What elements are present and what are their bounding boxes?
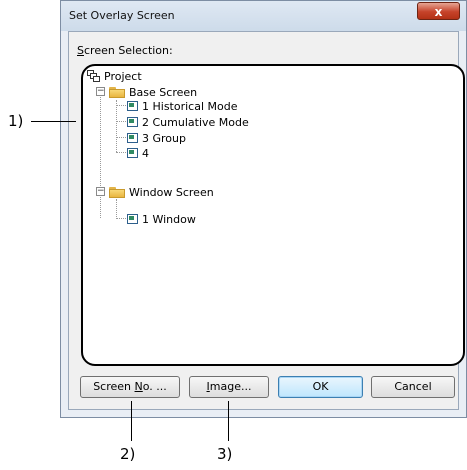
folder-icon: [109, 186, 125, 198]
screen-no-button[interactable]: Screen No. ...: [80, 376, 180, 398]
ok-button[interactable]: OK: [278, 376, 363, 398]
cancel-button[interactable]: Cancel: [371, 376, 455, 398]
callout-3-label: 3): [217, 445, 233, 463]
screen-selection-label: Screen Selection:: [77, 44, 173, 57]
screen-icon: [127, 133, 138, 143]
tree-connector: [100, 92, 101, 218]
callout-2-label: 2): [120, 445, 136, 463]
tree-node-window-screen[interactable]: Window Screen: [109, 185, 214, 199]
tree-node-label: Project: [104, 69, 142, 83]
tree-node-label: 2 Cumulative Mode: [142, 115, 249, 129]
tree-node-base-screen[interactable]: Base Screen: [109, 85, 197, 99]
button-label: Cancel: [394, 380, 432, 393]
tree-node-label: 4: [142, 146, 149, 160]
tree-connector: [116, 199, 117, 219]
callout-2-line: [131, 401, 132, 441]
callout-1-line: [31, 121, 76, 122]
set-overlay-screen-dialog: Set Overlay Screen x Screen Selection: P…: [60, 0, 467, 418]
tree-node-label: 1 Historical Mode: [142, 99, 238, 113]
tree-node-project[interactable]: Project: [87, 69, 142, 83]
screen-icon: [127, 148, 138, 158]
screen-icon: [127, 117, 138, 127]
button-mnemonic: N: [134, 380, 143, 393]
tree-node-label: Base Screen: [129, 85, 198, 99]
image-button[interactable]: Image...: [189, 376, 269, 398]
button-label: OK: [312, 380, 329, 393]
tree-node-window-1[interactable]: 1 Window: [127, 212, 196, 226]
tree-node-screen-4[interactable]: 4: [127, 146, 149, 160]
project-icon: [87, 70, 100, 82]
folder-icon: [109, 86, 125, 98]
callout-1-label: 1): [8, 112, 24, 130]
dialog-body: Screen Selection: Project − Base Screen …: [68, 31, 465, 410]
close-button[interactable]: x: [417, 2, 460, 20]
screen-tree[interactable]: Project − Base Screen 1 Historical Mode …: [81, 64, 465, 366]
collapse-window-screen-icon[interactable]: −: [96, 187, 105, 196]
dialog-title: Set Overlay Screen: [69, 9, 175, 22]
button-label: mage...: [209, 380, 252, 393]
button-label: Screen: [93, 380, 135, 393]
button-label: o. ...: [142, 380, 167, 393]
screen-icon: [127, 214, 138, 224]
screen-icon: [127, 101, 138, 111]
screen-selection-mnemonic: S: [77, 44, 84, 57]
title-bar: Set Overlay Screen x: [61, 1, 466, 31]
tree-node-group[interactable]: 3 Group: [127, 131, 186, 145]
tree-node-historical-mode[interactable]: 1 Historical Mode: [127, 99, 238, 113]
tree-node-label: Window Screen: [129, 185, 214, 199]
tree-connector: [116, 100, 117, 152]
tree-node-cumulative-mode[interactable]: 2 Cumulative Mode: [127, 115, 249, 129]
close-icon: x: [434, 5, 443, 19]
tree-node-label: 3 Group: [142, 131, 186, 145]
tree-node-label: 1 Window: [142, 212, 196, 226]
screen-selection-label-text: creen Selection:: [83, 44, 173, 57]
collapse-base-screen-icon[interactable]: −: [96, 87, 105, 96]
callout-3-line: [228, 401, 229, 441]
